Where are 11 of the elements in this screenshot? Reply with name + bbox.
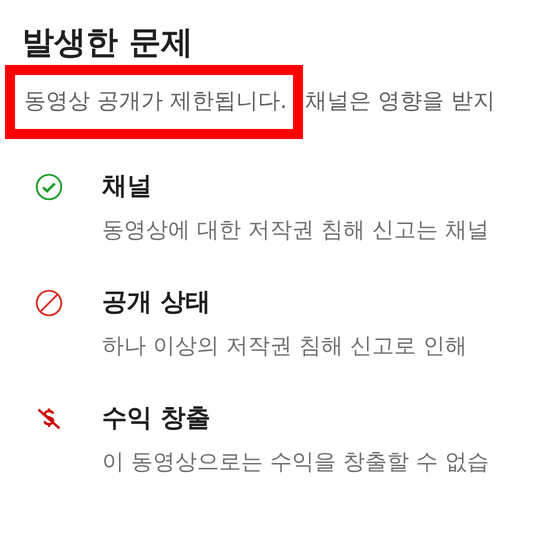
check-circle-icon xyxy=(35,173,63,201)
section-title: 발생한 문제 xyxy=(22,22,194,62)
item-heading: 수익 창출 xyxy=(102,402,212,434)
item-heading: 채널 xyxy=(102,170,153,202)
summary-text: 채널은 영향을 받지 xyxy=(304,88,495,116)
item-description: 이 동영상으로는 수익을 창출할 수 없습 xyxy=(102,449,489,477)
item-description: 하나 이상의 저작권 침해 신고로 인해 xyxy=(102,333,467,361)
item-heading: 공개 상태 xyxy=(102,286,212,318)
summary-text: 동영상 공개가 제한됩니다. xyxy=(24,89,287,114)
item-description: 동영상에 대한 저작권 침해 신고는 채널 xyxy=(102,217,489,245)
prohibited-icon xyxy=(35,289,63,317)
